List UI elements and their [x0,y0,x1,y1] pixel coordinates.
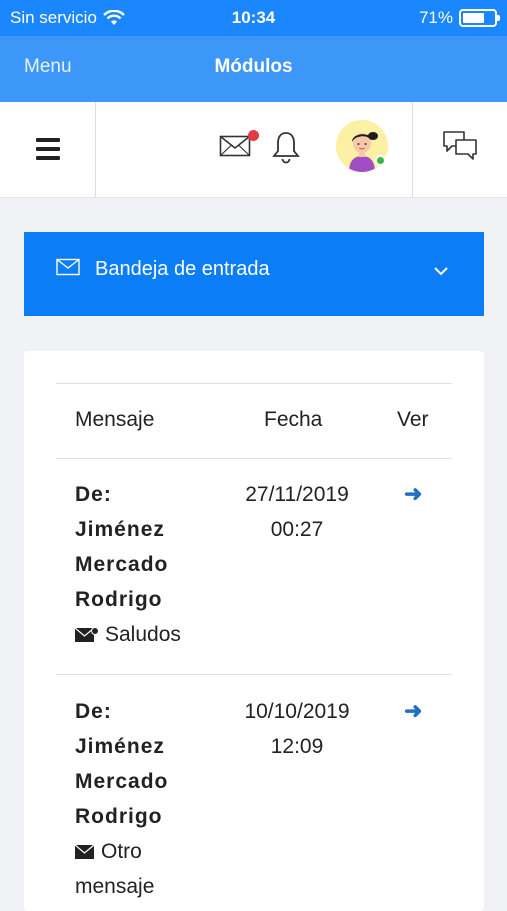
sender-line: Rodrigo [75,588,163,611]
date-text: 27/11/2019 [245,483,349,506]
sender-line: Jiménez [75,518,165,541]
divider [412,102,413,198]
battery-icon [459,9,500,27]
divider [95,102,96,198]
inbox-dropdown[interactable]: Bandeja de entrada [24,232,484,316]
menu-icon[interactable] [36,138,60,160]
subject-text: mensaje [75,875,155,898]
nav-bar: Menu Módulos [0,36,507,102]
chevron-down-icon [434,267,448,276]
message-date: 27/11/2019 00:27 [222,477,372,547]
online-status-dot [375,155,386,166]
mail-icon[interactable] [219,134,251,158]
app-toolbar [0,102,507,198]
sender-line: De: [75,700,112,723]
view-message-arrow-icon[interactable]: ➜ [404,481,422,507]
envelope-filled-icon [75,627,99,643]
view-message-arrow-icon[interactable]: ➜ [404,698,422,724]
battery-percent: 71% [418,8,453,27]
message-date: 10/10/2019 12:09 [222,694,372,764]
time-text: 00:27 [270,518,324,541]
message-sender: De: Jiménez Mercado Rodrigo [75,694,225,834]
envelope-icon [56,258,80,276]
messages-card: Mensaje Fecha Ver De: Jiménez Mercado Ro… [24,351,484,911]
inbox-label: Bandeja de entrada [95,258,270,280]
sender-line: Rodrigo [75,805,163,828]
page-title: Módulos [214,56,293,77]
sender-line: Mercado [75,553,169,576]
message-sender: De: Jiménez Mercado Rodrigo [75,477,225,617]
subject-text: Saludos [105,623,181,646]
column-header-fecha: Fecha [264,408,323,431]
column-header-ver: Ver [397,408,429,431]
table-divider [56,458,452,459]
chat-icon[interactable] [442,130,478,162]
column-header-mensaje: Mensaje [75,408,155,431]
envelope-filled-icon [75,844,95,860]
table-divider [56,674,452,675]
time-text: 12:09 [270,735,324,758]
message-subject: Otro mensaje [75,834,154,904]
notification-badge [248,130,259,141]
sender-line: Mercado [75,770,169,793]
battery-indicator: 71% [418,8,500,28]
subject-text: Otro [101,840,142,863]
status-bar: Sin servicio 10:34 71% [0,0,507,36]
sender-line: Jiménez [75,735,165,758]
date-text: 10/10/2019 [244,700,350,723]
table-divider [56,383,452,384]
message-subject: Saludos [75,617,181,652]
sender-line: De: [75,483,112,506]
bell-icon[interactable] [271,130,301,164]
battery-fill [463,13,484,23]
